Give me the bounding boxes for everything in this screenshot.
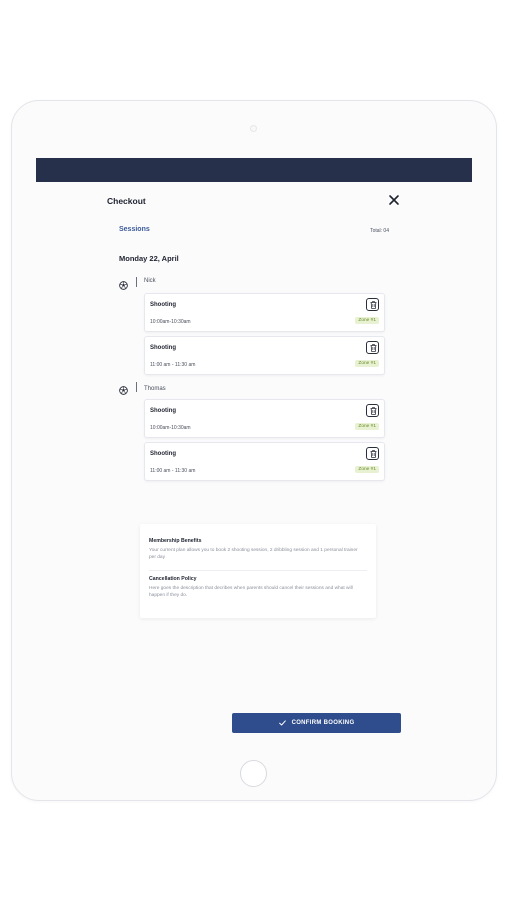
top-bar	[36, 158, 472, 182]
session-time: 10:00am-10:30am	[150, 425, 191, 431]
session-title: Shooting	[150, 451, 176, 457]
trash-icon[interactable]	[366, 298, 379, 311]
zone-badge: Zone #1	[355, 423, 379, 430]
session-card[interactable]: Shooting 11:00 am - 11:30 am Zone #1	[144, 336, 385, 375]
session-card[interactable]: Shooting 11:00 am - 11:30 am Zone #1	[144, 442, 385, 481]
player-header: Nick	[119, 277, 239, 290]
check-icon	[278, 720, 286, 726]
confirm-booking-button[interactable]: CONFIRM BOOKING	[232, 713, 401, 733]
session-title: Shooting	[150, 345, 176, 351]
page-title: Checkout	[107, 196, 146, 206]
soccer-ball-icon	[119, 277, 128, 290]
player-name: Nick	[144, 278, 156, 284]
trash-icon[interactable]	[366, 404, 379, 417]
session-card[interactable]: Shooting 10:00am-10:30am Zone #1	[144, 399, 385, 438]
membership-title: Membership Benefits	[149, 538, 202, 544]
zone-badge: Zone #1	[355, 360, 379, 367]
zone-badge: Zone #1	[355, 317, 379, 324]
zone-badge: Zone #1	[355, 466, 379, 473]
session-title: Shooting	[150, 408, 176, 414]
cancellation-title: Cancellation Policy	[149, 576, 197, 582]
camera-dot	[250, 125, 257, 132]
info-panel: Membership Benefits Your current plan al…	[140, 524, 376, 618]
session-date: Monday 22, April	[119, 254, 179, 263]
soccer-ball-icon	[119, 382, 128, 395]
close-icon[interactable]	[388, 194, 400, 206]
trash-icon[interactable]	[366, 447, 379, 460]
session-title: Shooting	[150, 302, 176, 308]
tab-sessions[interactable]: Sessions	[119, 226, 150, 233]
divider	[136, 382, 137, 392]
membership-text: Your current plan allows you to book 2 s…	[149, 548, 358, 560]
session-time: 10:00am-10:30am	[150, 319, 191, 325]
divider	[136, 277, 137, 287]
divider	[149, 570, 367, 571]
sessions-total: Total: 04	[370, 228, 389, 234]
confirm-booking-label: CONFIRM BOOKING	[291, 720, 355, 726]
cancellation-text: Here goes the description that decribes …	[149, 586, 353, 598]
session-time: 11:00 am - 11:30 am	[150, 468, 196, 474]
player-header: Thomas	[119, 382, 239, 395]
session-card[interactable]: Shooting 10:00am-10:30am Zone #1	[144, 293, 385, 332]
home-button[interactable]	[240, 760, 267, 787]
player-name: Thomas	[144, 386, 166, 392]
trash-icon[interactable]	[366, 341, 379, 354]
session-time: 11:00 am - 11:30 am	[150, 362, 196, 368]
